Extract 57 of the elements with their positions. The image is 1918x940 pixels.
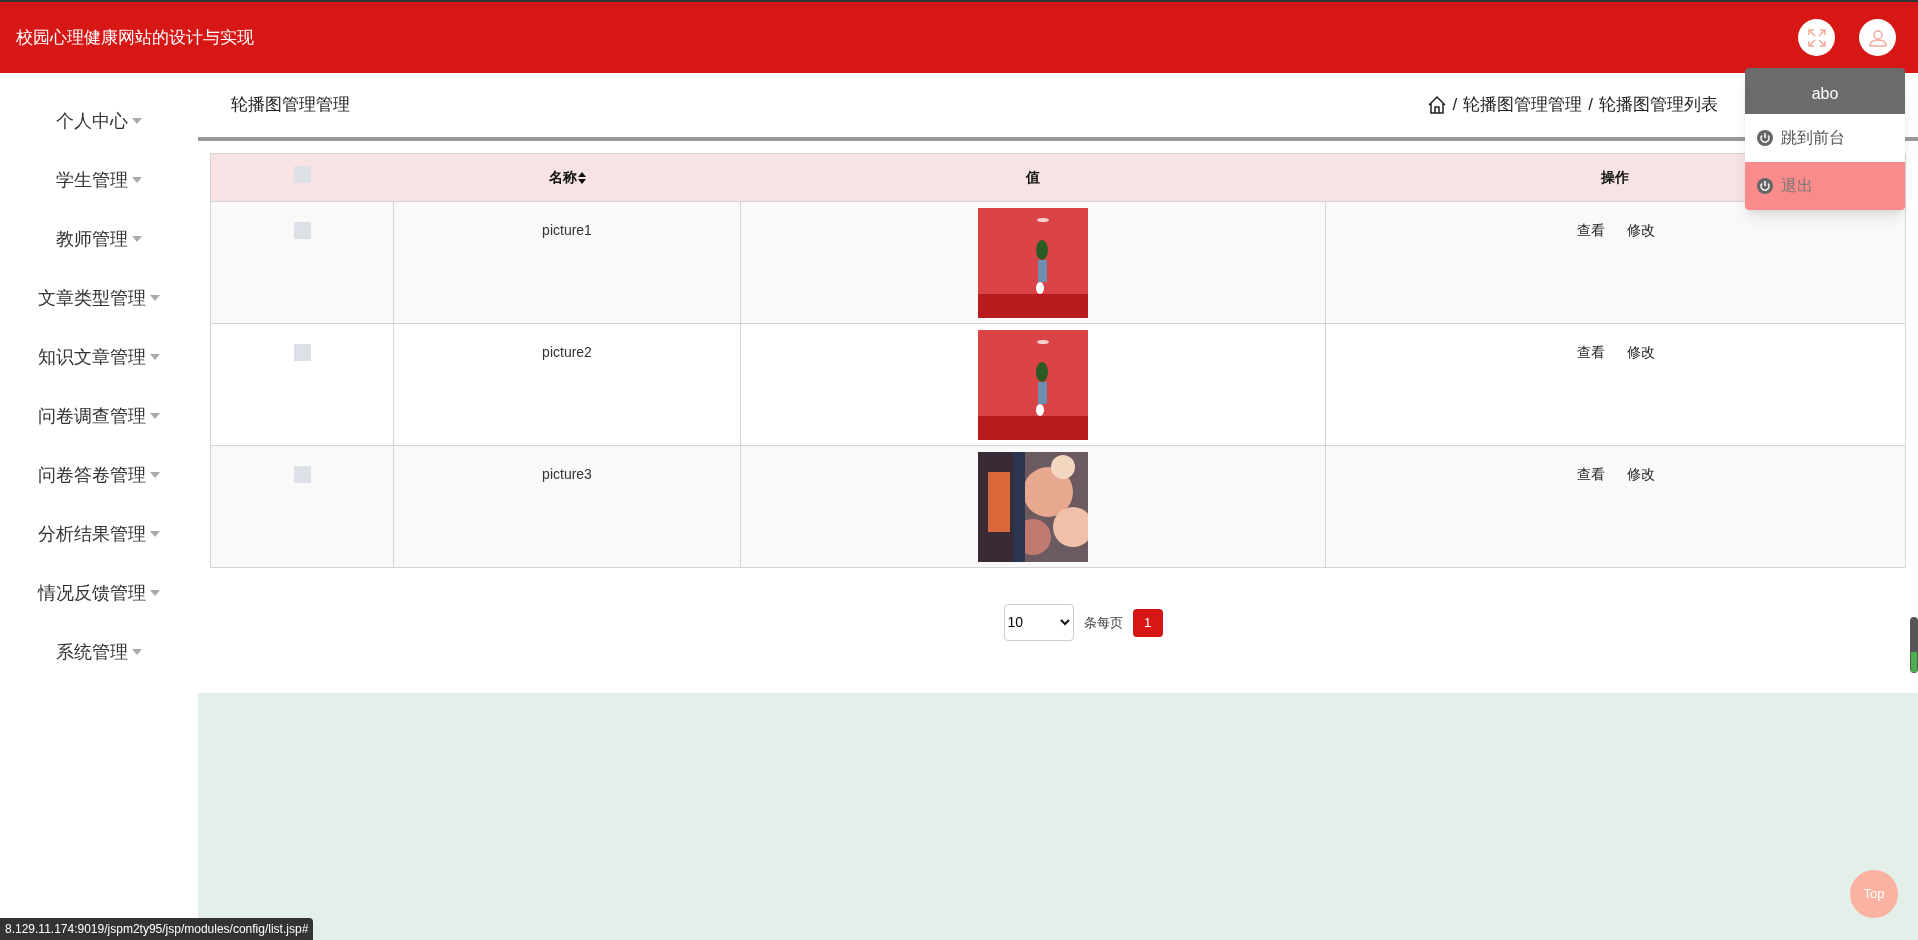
action-link[interactable]: 修改	[1626, 342, 1655, 363]
page-title: 轮播图管理管理	[231, 94, 350, 117]
chevron-down-icon	[1059, 619, 1070, 626]
page-size-select[interactable]: 10	[1003, 604, 1074, 641]
sidebar-item[interactable]: 教师管理	[56, 221, 142, 257]
user-button[interactable]	[1859, 19, 1896, 56]
caret-down-icon	[132, 649, 142, 655]
sort-icon	[577, 172, 586, 185]
breadcrumb-separator: /	[1588, 94, 1593, 117]
caret-down-icon	[150, 413, 160, 419]
status-url: 8.129.11.174:9019/jspm2ty95/jsp/modules/config/list.jsp#	[0, 918, 314, 940]
checkbox[interactable]	[293, 466, 311, 483]
caret-down-icon	[150, 295, 160, 301]
sidebar-item[interactable]: 情况反馈管理	[38, 575, 160, 611]
caret-down-icon	[150, 531, 160, 537]
table-cell: picture2	[542, 344, 592, 360]
caret-down-icon	[132, 118, 142, 124]
action-link[interactable]: 查看	[1576, 342, 1605, 363]
page-size-label: 条每页	[1083, 613, 1123, 632]
checkbox[interactable]	[293, 166, 311, 183]
power-icon	[1757, 130, 1773, 146]
sidebar-item[interactable]: 系统管理	[56, 634, 142, 670]
action-link[interactable]: 查看	[1576, 220, 1605, 241]
action-link[interactable]: 查看	[1576, 464, 1605, 485]
sidebar-item[interactable]: 学生管理	[56, 162, 142, 198]
checkbox[interactable]	[293, 222, 311, 239]
scrollbar-indicator	[1910, 617, 1918, 673]
sidebar-item[interactable]: 分析结果管理	[38, 516, 160, 552]
power-icon	[1757, 178, 1773, 194]
menu-item[interactable]: 跳到前台	[1745, 114, 1905, 162]
column-header: 值	[740, 153, 1326, 202]
table-cell: picture1	[542, 222, 592, 238]
sidebar-item[interactable]: 问卷调查管理	[38, 398, 160, 434]
column-header[interactable]: 名称	[393, 153, 741, 202]
sidebar-item[interactable]: 个人中心	[56, 103, 142, 139]
action-link[interactable]: 修改	[1626, 220, 1655, 241]
action-link[interactable]: 修改	[1626, 464, 1655, 485]
expand-icon	[1807, 28, 1826, 47]
caret-down-icon	[150, 354, 160, 360]
username: abo	[1745, 68, 1905, 114]
sidebar-item[interactable]: 文章类型管理	[38, 280, 160, 316]
checkbox[interactable]	[293, 344, 311, 361]
table-cell: picture3	[542, 466, 592, 482]
breadcrumb-separator: /	[1452, 94, 1458, 117]
sidebar-item[interactable]: 知识文章管理	[38, 339, 160, 375]
caret-down-icon	[150, 590, 160, 596]
fullscreen-button[interactable]	[1798, 19, 1835, 56]
caret-down-icon	[132, 236, 142, 242]
caret-down-icon	[132, 177, 142, 183]
sidebar-item[interactable]: 问卷答卷管理	[38, 457, 160, 493]
breadcrumb-link[interactable]: 轮播图管理管理	[1463, 92, 1583, 118]
page-button[interactable]: 1	[1132, 608, 1163, 637]
site-title: 校园心理健康网站的设计与实现	[16, 26, 254, 49]
user-icon	[1868, 28, 1887, 47]
home-icon[interactable]	[1426, 95, 1447, 115]
caret-down-icon	[150, 472, 160, 478]
breadcrumb-link[interactable]: 轮播图管理列表	[1599, 92, 1718, 118]
